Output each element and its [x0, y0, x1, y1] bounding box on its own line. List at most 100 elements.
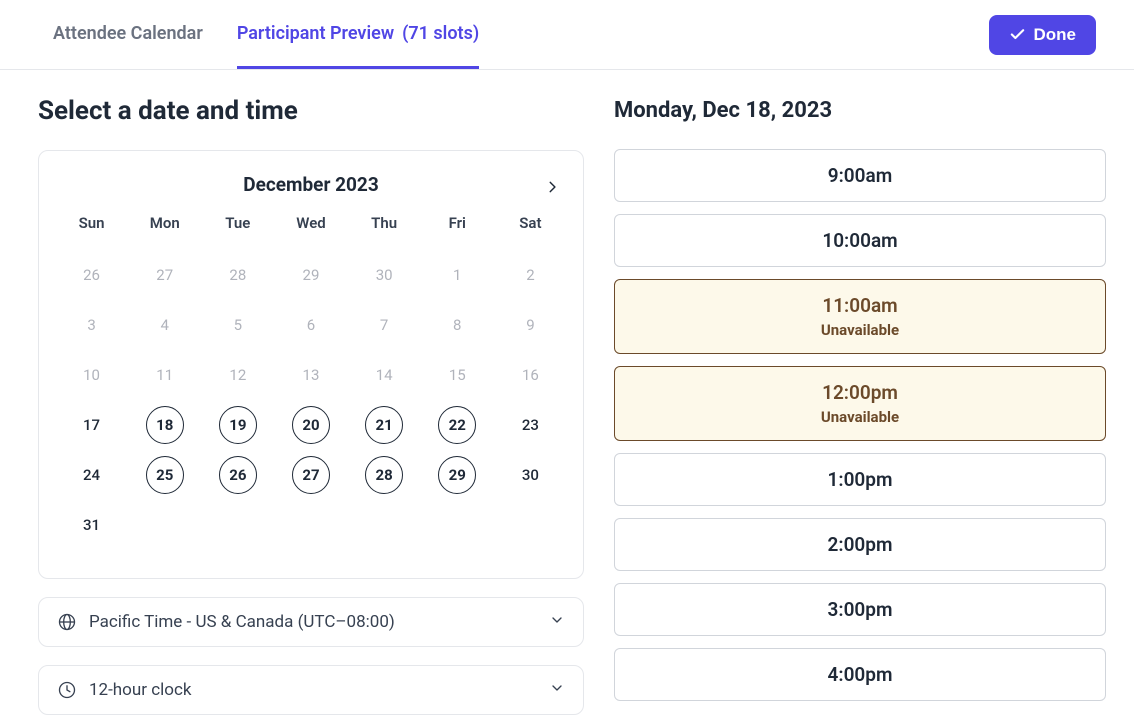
chevron-down-icon	[549, 612, 565, 628]
day-of-week-label: Tue	[201, 214, 274, 250]
day-of-week-label: Thu	[348, 214, 421, 250]
clock-format-label: 12-hour clock	[89, 680, 191, 700]
calendar-day: 24	[55, 450, 128, 500]
time-slot-time: 11:00am	[822, 294, 897, 317]
calendar-day[interactable]: 21	[348, 400, 421, 450]
calendar-day: 14	[348, 350, 421, 400]
calendar-day	[128, 500, 201, 550]
calendar-day	[274, 500, 347, 550]
check-icon	[1009, 26, 1026, 43]
calendar-day: 13	[274, 350, 347, 400]
calendar-day	[348, 500, 421, 550]
calendar-day: 27	[128, 250, 201, 300]
day-of-week-label: Fri	[421, 214, 494, 250]
calendar-day: 4	[128, 300, 201, 350]
tab-attendee-calendar[interactable]: Attendee Calendar	[53, 0, 203, 69]
time-slot-unavailable: 11:00am Unavailable	[614, 279, 1106, 354]
time-slot[interactable]: 9:00am	[614, 149, 1106, 202]
page-title: Select a date and time	[38, 96, 584, 126]
calendar-day: 16	[494, 350, 567, 400]
day-of-week-label: Wed	[274, 214, 347, 250]
right-column: Monday, Dec 18, 2023 9:00am10:00am11:00a…	[614, 96, 1106, 715]
calendar-day: 6	[274, 300, 347, 350]
tab-slot-count: (71 slots)	[402, 23, 479, 44]
day-of-week-row: SunMonTueWedThuFriSat	[55, 214, 567, 250]
calendar-day: 17	[55, 400, 128, 450]
calendar-day: 8	[421, 300, 494, 350]
calendar-day[interactable]: 25	[128, 450, 201, 500]
available-day[interactable]: 29	[438, 456, 476, 494]
month-header: December 2023	[55, 173, 567, 196]
calendar-day[interactable]: 22	[421, 400, 494, 450]
calendar-day[interactable]: 26	[201, 450, 274, 500]
clock-format-selector[interactable]: 12-hour clock	[38, 665, 584, 715]
calendar-week-row: 3456789	[55, 300, 567, 350]
day-of-week-label: Sun	[55, 214, 128, 250]
calendar-week-row: 31	[55, 500, 567, 550]
time-slot[interactable]: 10:00am	[614, 214, 1106, 267]
available-day[interactable]: 18	[146, 406, 184, 444]
calendar-day[interactable]: 19	[201, 400, 274, 450]
available-day[interactable]: 22	[438, 406, 476, 444]
calendar-day: 15	[421, 350, 494, 400]
time-slot-time: 3:00pm	[828, 598, 893, 621]
timezone-selector[interactable]: Pacific Time - US & Canada (UTC–08:00)	[38, 597, 584, 647]
tab-participant-label: Participant Preview	[237, 23, 394, 44]
top-bar: Attendee Calendar Participant Preview (7…	[0, 0, 1134, 70]
calendar-day: 26	[55, 250, 128, 300]
calendar-day[interactable]: 29	[421, 450, 494, 500]
calendar-week-row: 17 18 19 20 21 22 23	[55, 400, 567, 450]
done-label: Done	[1034, 25, 1077, 45]
available-day[interactable]: 27	[292, 456, 330, 494]
unavailable-label: Unavailable	[615, 321, 1105, 339]
available-day[interactable]: 26	[219, 456, 257, 494]
time-slot[interactable]: 1:00pm	[614, 453, 1106, 506]
calendar-day[interactable]: 28	[348, 450, 421, 500]
calendar-day	[201, 500, 274, 550]
next-month-button[interactable]	[541, 171, 563, 207]
time-slot[interactable]: 2:00pm	[614, 518, 1106, 571]
calendar-day[interactable]: 20	[274, 400, 347, 450]
time-slot-time: 4:00pm	[828, 663, 893, 686]
month-label: December 2023	[243, 173, 378, 196]
calendar-day: 10	[55, 350, 128, 400]
time-slots-list: 9:00am 10:00am 11:00am Unavailable 12:00pm Un…	[614, 149, 1106, 701]
calendar-day: 5	[201, 300, 274, 350]
calendar-day: 30	[494, 450, 567, 500]
done-button[interactable]: Done	[989, 15, 1097, 55]
calendar-day[interactable]: 27	[274, 450, 347, 500]
time-slot[interactable]: 4:00pm	[614, 648, 1106, 701]
calendar-day: 12	[201, 350, 274, 400]
calendar-week-row: 24 25 26 27 28 29 30	[55, 450, 567, 500]
calendar-day: 28	[201, 250, 274, 300]
timezone-label: Pacific Time - US & Canada (UTC–08:00)	[89, 612, 395, 632]
calendar-day: 11	[128, 350, 201, 400]
calendar-day: 7	[348, 300, 421, 350]
calendar-day	[494, 500, 567, 550]
calendar-day: 1	[421, 250, 494, 300]
available-day[interactable]: 25	[146, 456, 184, 494]
day-of-week-label: Sat	[494, 214, 567, 250]
available-day[interactable]: 20	[292, 406, 330, 444]
calendar-day: 23	[494, 400, 567, 450]
available-day[interactable]: 21	[365, 406, 403, 444]
calendar-week-row: 10111213141516	[55, 350, 567, 400]
time-slot-time: 12:00pm	[822, 381, 898, 404]
main-content: Select a date and time December 2023 Sun…	[0, 70, 1134, 715]
available-day[interactable]: 19	[219, 406, 257, 444]
calendar-day: 3	[55, 300, 128, 350]
calendar-week-row: 262728293012	[55, 250, 567, 300]
chevron-down-icon	[549, 680, 565, 696]
time-slot[interactable]: 3:00pm	[614, 583, 1106, 636]
chevron-right-icon	[545, 175, 559, 199]
globe-icon	[57, 612, 77, 632]
calendar-day: 31	[55, 500, 128, 550]
unavailable-label: Unavailable	[615, 408, 1105, 426]
available-day[interactable]: 28	[365, 456, 403, 494]
calendar-day[interactable]: 18	[128, 400, 201, 450]
time-slot-time: 9:00am	[828, 164, 892, 187]
calendar-day: 2	[494, 250, 567, 300]
time-slot-time: 10:00am	[822, 229, 897, 252]
tab-participant-preview[interactable]: Participant Preview (71 slots)	[237, 0, 479, 69]
time-slot-unavailable: 12:00pm Unavailable	[614, 366, 1106, 441]
